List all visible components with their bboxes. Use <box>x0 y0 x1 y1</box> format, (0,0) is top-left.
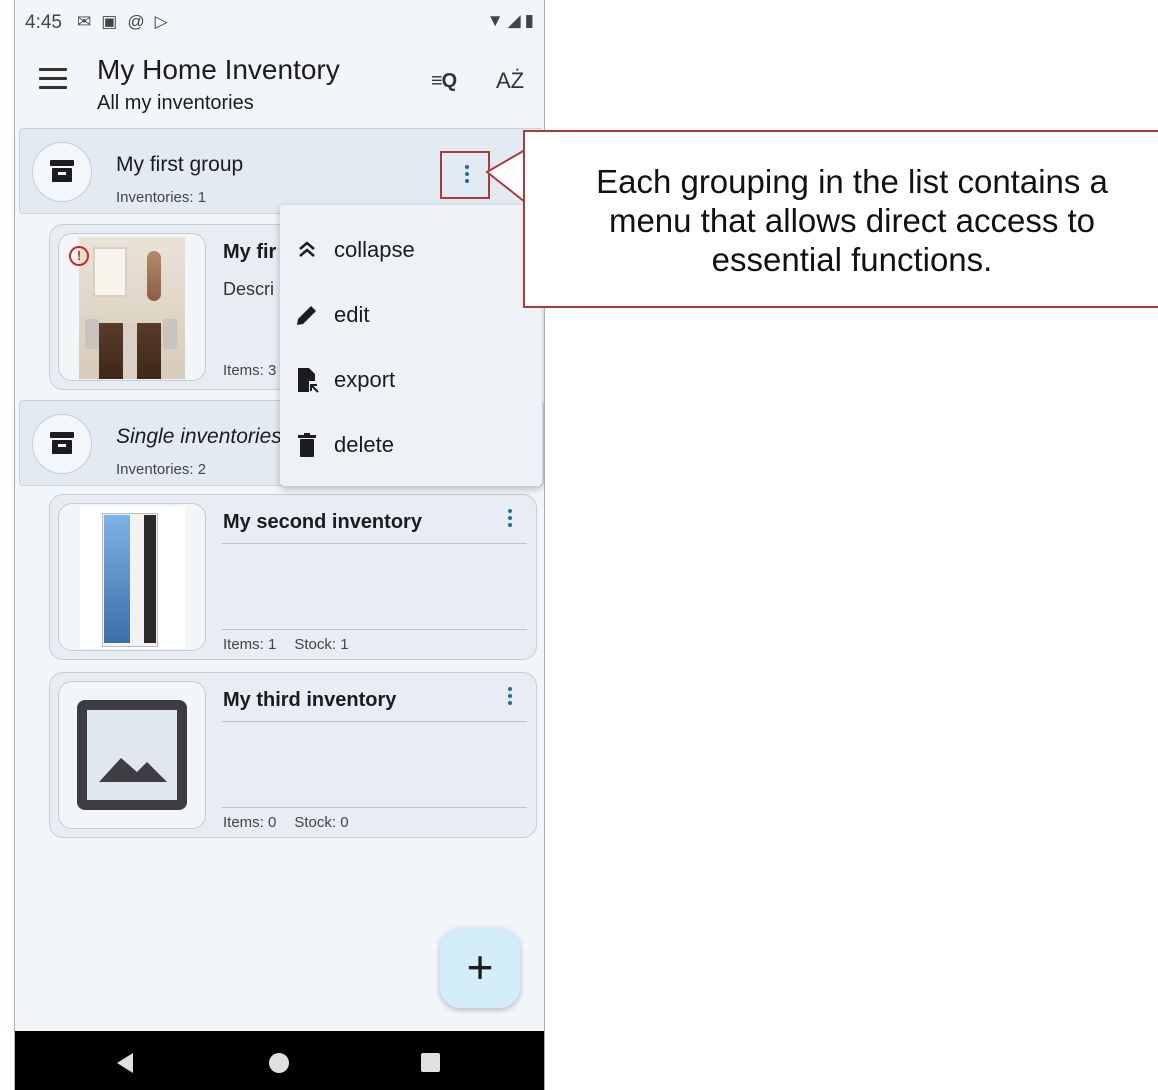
back-icon[interactable] <box>117 1053 133 1073</box>
app-subtitle: All my inventories <box>97 92 254 114</box>
app-title: My Home Inventory <box>97 54 340 85</box>
group-count: Inventories: 1 <box>116 189 207 206</box>
room-photo <box>79 237 185 379</box>
battery-icon: ▮ <box>524 11 534 30</box>
status-bar: 4:45 ✉ ▣ @ ▷ ▼ ◢ ▮ <box>15 0 544 44</box>
group-count: Inventories: 2 <box>116 461 207 478</box>
at-icon: @ <box>127 12 145 31</box>
pencil-icon <box>297 306 316 325</box>
menu-item-label: collapse <box>334 237 415 262</box>
inventory-description: Descri <box>223 279 275 299</box>
status-system-icons: ▼ ◢ ▮ <box>487 11 534 31</box>
menu-item-label: export <box>334 367 396 392</box>
archive-box-icon <box>50 160 74 182</box>
group-avatar <box>32 142 92 202</box>
inventory-stock: Stock: 1 <box>294 636 349 653</box>
inventory-name: My second inventory <box>223 511 422 533</box>
inventory-items: Items: 1 <box>223 636 277 653</box>
file-export-icon <box>298 368 319 393</box>
home-icon[interactable] <box>269 1053 289 1073</box>
menu-item-collapse[interactable]: collapse <box>280 217 542 281</box>
more-vert-icon[interactable] <box>508 687 512 708</box>
menu-item-export[interactable]: export <box>280 347 542 411</box>
signal-icon: ◢ <box>507 11 521 30</box>
callout-box: Each grouping in the list contains a men… <box>523 130 1158 308</box>
placeholder-image-icon <box>77 700 187 810</box>
group-menu-button[interactable] <box>440 151 490 199</box>
group-overflow-menu: collapse edit export delete <box>280 205 542 486</box>
card-divider <box>222 721 527 722</box>
sort-az-button[interactable]: AŻ <box>496 68 524 94</box>
app-bar: My Home Inventory All my inventories ≡Q … <box>15 44 544 128</box>
inventory-name: My fir <box>223 241 277 263</box>
group-header-my-first-group[interactable]: My first group Inventories: 1 <box>19 128 544 214</box>
alert-icon: ! <box>69 246 89 266</box>
callout-text: Each grouping in the list contains a men… <box>596 163 1108 278</box>
inventory-thumbnail: ! <box>58 233 206 381</box>
card-divider <box>222 543 527 544</box>
inventory-card-third[interactable]: My third inventory Items: 0 Stock: 0 <box>49 672 537 838</box>
gmail-icon: ✉ <box>77 12 92 31</box>
trash-icon <box>298 433 316 457</box>
inventory-stats: Items: 0 Stock: 0 <box>223 814 349 831</box>
hamburger-icon[interactable] <box>39 68 67 92</box>
archive-box-icon <box>50 432 74 454</box>
card-divider <box>222 807 527 808</box>
more-vert-icon <box>465 165 469 186</box>
add-inventory-button[interactable]: + <box>440 928 520 1008</box>
inventory-thumbnail <box>58 503 206 651</box>
system-navigation-bar <box>15 1031 544 1090</box>
inventory-thumbnail <box>58 681 206 829</box>
group-avatar <box>32 414 92 474</box>
filter-search-icon[interactable]: ≡Q <box>431 70 457 93</box>
phone-screen: 4:45 ✉ ▣ @ ▷ ▼ ◢ ▮ My Home Inventory All… <box>14 0 545 1090</box>
wifi-icon: ▼ <box>486 11 504 30</box>
group-name: My first group <box>116 153 244 176</box>
status-time: 4:45 <box>25 12 62 33</box>
pc-case-photo <box>80 507 185 649</box>
inventory-items: Items: 3 <box>223 362 277 379</box>
inventory-stats: Items: 3 <box>223 362 276 379</box>
play-icon: ▷ <box>154 12 168 31</box>
group-name: Single inventories <box>116 425 282 448</box>
card-divider <box>222 629 527 630</box>
menu-item-label: edit <box>334 302 370 327</box>
more-vert-icon[interactable] <box>508 509 512 530</box>
status-notification-icons: ✉ ▣ @ ▷ <box>77 12 168 32</box>
menu-item-label: delete <box>334 432 394 457</box>
double-chevron-up-icon <box>299 241 315 257</box>
recent-apps-icon[interactable] <box>421 1053 440 1072</box>
callout-pointer <box>485 150 526 203</box>
inventory-name: My third inventory <box>223 689 397 711</box>
menu-item-delete[interactable]: delete <box>280 412 542 476</box>
inventory-stats: Items: 1 Stock: 1 <box>223 636 349 653</box>
menu-item-edit[interactable]: edit <box>280 282 542 346</box>
inventory-items: Items: 0 <box>223 814 277 831</box>
inventory-stock: Stock: 0 <box>294 814 349 831</box>
notification-icon: ▣ <box>101 12 118 31</box>
inventory-card-second[interactable]: My second inventory Items: 1 Stock: 1 <box>49 494 537 660</box>
